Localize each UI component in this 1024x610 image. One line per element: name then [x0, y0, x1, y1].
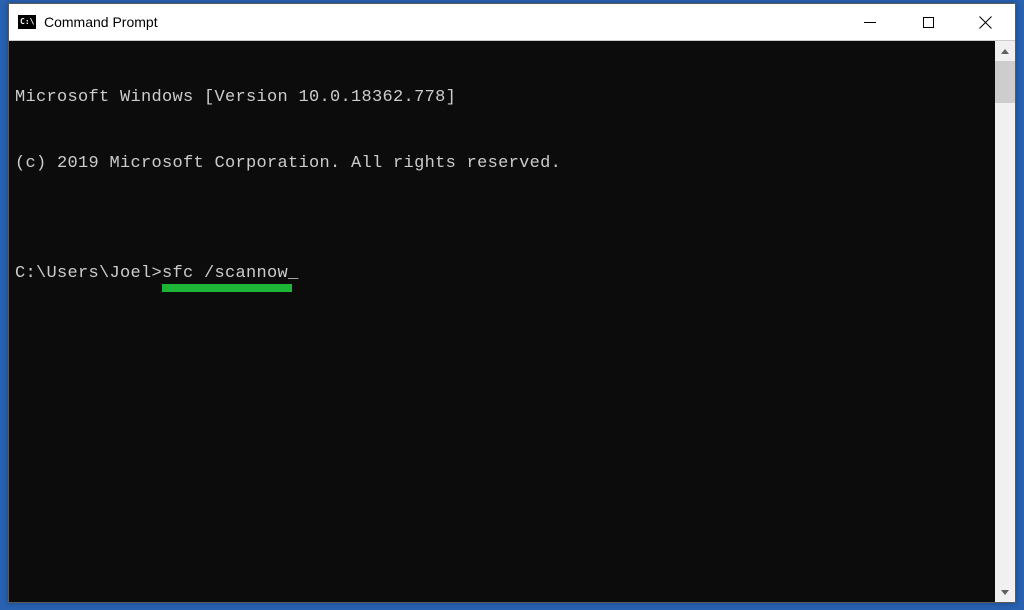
titlebar-buttons [841, 4, 1015, 40]
vertical-scrollbar[interactable] [995, 41, 1015, 602]
copyright-line: (c) 2019 Microsoft Corporation. All righ… [15, 153, 989, 175]
scroll-up-button[interactable] [995, 41, 1015, 61]
version-line: Microsoft Windows [Version 10.0.18362.77… [15, 87, 989, 109]
highlight-underline [162, 284, 292, 292]
maximize-button[interactable] [899, 4, 957, 40]
maximize-icon [923, 17, 934, 28]
scroll-track[interactable] [995, 61, 1015, 582]
scroll-down-button[interactable] [995, 582, 1015, 602]
cmd-icon: C:\ [18, 15, 36, 29]
close-icon [979, 15, 993, 29]
terminal-area: Microsoft Windows [Version 10.0.18362.77… [9, 40, 1015, 602]
scroll-thumb[interactable] [995, 61, 1015, 103]
command-value: sfc /scannow [162, 264, 288, 283]
close-button[interactable] [957, 4, 1015, 40]
cmd-icon-text: C:\ [20, 18, 34, 26]
prompt-line: C:\Users\Joel>sfc /scannow_ [15, 263, 989, 285]
minimize-button[interactable] [841, 4, 899, 40]
terminal-content[interactable]: Microsoft Windows [Version 10.0.18362.77… [9, 41, 995, 602]
chevron-up-icon [1001, 49, 1009, 54]
minimize-icon [864, 22, 876, 23]
chevron-down-icon [1001, 590, 1009, 595]
command-text: sfc /scannow [162, 263, 288, 285]
prompt-prefix: C:\Users\Joel> [15, 264, 162, 283]
command-prompt-window: C:\ Command Prompt Microsoft Windows [Ve… [8, 3, 1016, 603]
window-title: Command Prompt [44, 14, 841, 30]
titlebar[interactable]: C:\ Command Prompt [9, 4, 1015, 40]
text-cursor: _ [288, 263, 299, 285]
